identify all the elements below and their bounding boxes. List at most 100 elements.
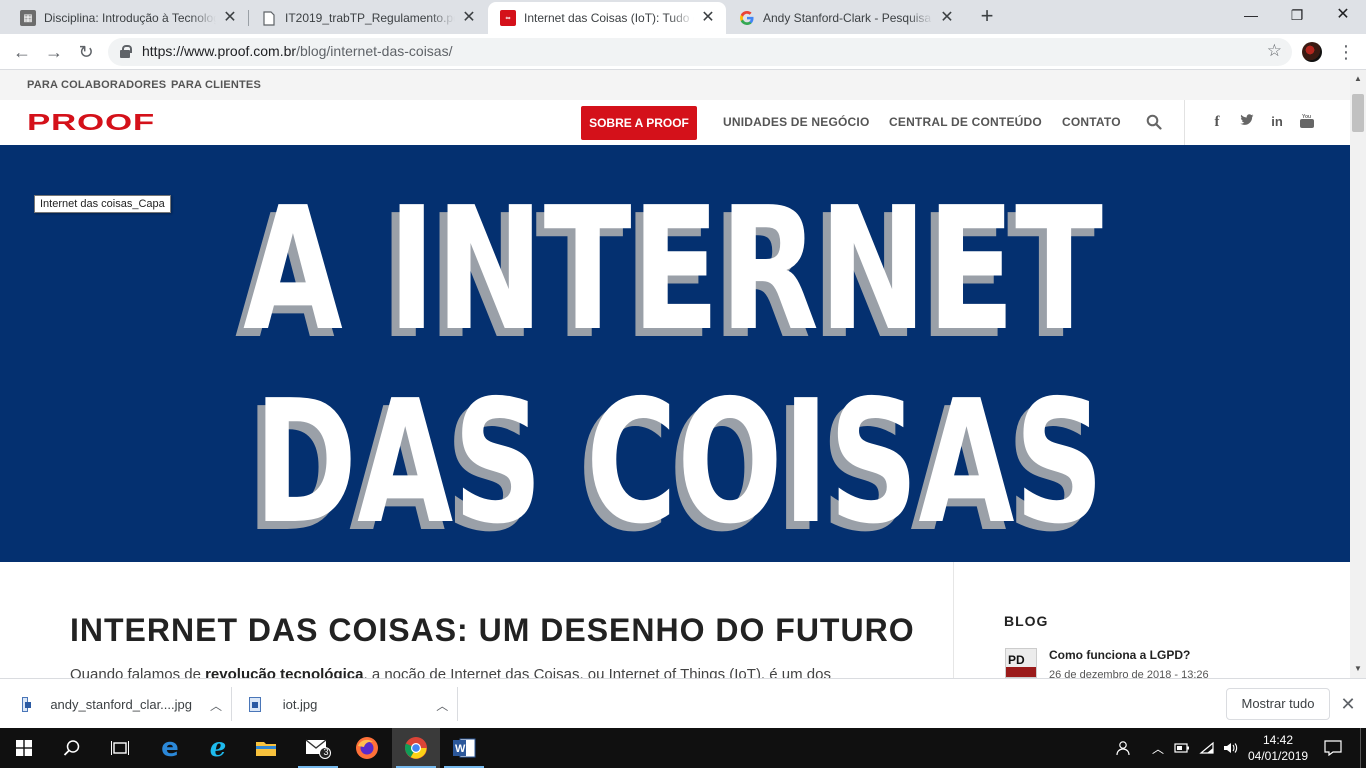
tab-google-search[interactable]: Andy Stanford-Clark - Pesquisa Google ✕ xyxy=(727,2,965,34)
twitter-icon[interactable] xyxy=(1238,113,1256,131)
intro-text: , a noção de Internet das Coisas, ou Int… xyxy=(363,666,831,678)
download-filename: iot.jpg xyxy=(282,696,318,712)
proof-logo[interactable]: PROOF xyxy=(27,111,157,133)
download-filename: andy_stanford_clar....jpg xyxy=(50,696,192,712)
back-button[interactable]: ← xyxy=(8,38,36,66)
clock-time: 14:42 xyxy=(1262,733,1294,747)
image-file-icon xyxy=(22,696,32,712)
forward-button[interactable]: → xyxy=(40,38,68,66)
browser-tab-strip: ▦ Disciplina: Introdução à Tecnologia ✕ … xyxy=(0,0,1366,34)
ie-taskbar-button[interactable]: e xyxy=(194,728,242,768)
sidebar-heading: BLOG xyxy=(1004,613,1049,629)
scroll-down-arrow-icon[interactable]: ▼ xyxy=(1350,662,1366,676)
post-thumbnail[interactable]: PD xyxy=(1005,648,1037,678)
action-center-icon[interactable] xyxy=(1320,728,1346,768)
tab-pdf[interactable]: IT2019_trabTP_Regulamento.pdf ✕ xyxy=(249,2,487,34)
search-icon[interactable] xyxy=(1146,114,1162,130)
show-all-downloads-button[interactable]: Mostrar tudo xyxy=(1226,688,1330,720)
minimize-button[interactable]: — xyxy=(1228,0,1274,30)
hero-line-1: A INTERNET xyxy=(243,171,1103,369)
close-icon[interactable]: ✕ xyxy=(461,10,477,26)
close-icon[interactable]: ✕ xyxy=(222,10,238,26)
address-bar[interactable]: https://www.proof.com.br/blog/internet-d… xyxy=(108,38,1292,66)
page-scrollbar[interactable]: ▲ ▼ xyxy=(1350,70,1366,678)
thumbnail-text: PD xyxy=(1008,653,1025,667)
facebook-icon[interactable]: f xyxy=(1208,113,1226,131)
edge-taskbar-button[interactable]: e xyxy=(146,728,194,768)
tab-moodle[interactable]: ▦ Disciplina: Introdução à Tecnologia ✕ xyxy=(8,2,248,34)
url-text[interactable]: https://www.proof.com.br/blog/internet-d… xyxy=(142,43,452,59)
site-top-bar: PARA COLABORADORES PARA CLIENTES xyxy=(0,70,1350,100)
firefox-icon xyxy=(356,737,378,759)
maximize-button[interactable]: ❐ xyxy=(1274,0,1320,30)
download-shelf: andy_stanford_clar....jpg ︿ iot.jpg ︿ Mo… xyxy=(0,678,1366,728)
url-path: /blog/internet-das-coisas/ xyxy=(296,43,453,59)
link-para-colaboradores[interactable]: PARA COLABORADORES xyxy=(27,79,166,91)
linkedin-icon[interactable]: in xyxy=(1268,113,1286,131)
nav-contato[interactable]: CONTATO xyxy=(1062,115,1121,129)
sobre-a-proof-button[interactable]: SOBRE A PROOF xyxy=(581,106,697,140)
mail-unread-badge: 3 xyxy=(323,747,329,757)
wifi-icon[interactable] xyxy=(1196,728,1218,768)
edge-icon: e xyxy=(161,733,179,763)
search-button[interactable] xyxy=(48,728,96,768)
site-main-nav: PROOF SOBRE A PROOF UNIDADES DE NEGÓCIO … xyxy=(0,100,1350,145)
chrome-icon xyxy=(404,737,427,759)
internet-explorer-icon: e xyxy=(209,733,227,763)
tab-internet-das-coisas[interactable]: ∞ Internet das Coisas (IoT): Tudo que vo… xyxy=(488,2,726,34)
new-tab-button[interactable]: + xyxy=(976,5,998,28)
scroll-up-arrow-icon[interactable]: ▲ xyxy=(1350,72,1366,86)
chrome-menu-icon[interactable]: ⋮ xyxy=(1336,38,1356,66)
clock-date: 04/01/2019 xyxy=(1248,749,1309,763)
moodle-icon: ▦ xyxy=(20,10,36,26)
svg-text:W: W xyxy=(455,743,466,755)
link-para-clientes[interactable]: PARA CLIENTES xyxy=(171,79,261,91)
logo-text: PROOF xyxy=(27,111,155,133)
volume-icon[interactable] xyxy=(1220,728,1242,768)
task-view-icon xyxy=(111,741,129,755)
scrollbar-thumb[interactable] xyxy=(1352,94,1364,132)
article-intro: Quando falamos de revolução tecnológica,… xyxy=(70,666,831,678)
close-window-button[interactable]: ✕ xyxy=(1320,0,1366,30)
lock-icon[interactable] xyxy=(120,45,132,58)
mail-taskbar-button[interactable]: 3 xyxy=(294,728,342,768)
bookmark-star-icon[interactable]: ☆ xyxy=(1267,41,1282,61)
sidebar-post-title[interactable]: Como funciona a LGPD? xyxy=(1049,648,1190,662)
word-taskbar-button[interactable]: W xyxy=(440,728,488,768)
chevron-up-icon[interactable]: ︿ xyxy=(1148,728,1168,768)
close-icon[interactable]: ✕ xyxy=(1338,694,1358,714)
chrome-taskbar-button[interactable] xyxy=(392,728,440,768)
nav-central-de-conteudo[interactable]: CENTRAL DE CONTEÚDO xyxy=(889,115,1042,129)
chevron-up-icon[interactable]: ︿ xyxy=(210,697,222,713)
browser-toolbar: ← → ↻ https://www.proof.com.br/blog/inte… xyxy=(0,34,1366,70)
search-icon xyxy=(63,740,80,756)
chevron-up-icon[interactable]: ︿ xyxy=(435,697,449,713)
system-clock[interactable]: 14:42 04/01/2019 xyxy=(1248,732,1308,764)
file-explorer-taskbar-button[interactable] xyxy=(242,728,290,768)
nav-unidades-de-negocio[interactable]: UNIDADES DE NEGÓCIO xyxy=(723,115,869,129)
svg-text:You: You xyxy=(1302,114,1311,120)
image-tooltip: Internet das coisas_Capa xyxy=(34,195,171,213)
task-view-button[interactable] xyxy=(96,728,144,768)
start-button[interactable] xyxy=(0,728,48,768)
close-icon[interactable]: ✕ xyxy=(939,10,955,26)
intro-link[interactable]: revolução tecnológica xyxy=(205,666,363,678)
download-item[interactable]: iot.jpg ︿ xyxy=(249,679,449,729)
hero-banner-image: A INTERNET A INTERNET DAS COISAS DAS COI… xyxy=(0,145,1350,562)
battery-icon[interactable] xyxy=(1172,728,1192,768)
reload-button[interactable]: ↻ xyxy=(72,38,100,66)
close-icon[interactable]: ✕ xyxy=(700,10,716,26)
windows-logo-icon xyxy=(16,740,32,756)
download-item[interactable]: andy_stanford_clar....jpg ︿ xyxy=(22,679,222,729)
download-separator xyxy=(457,687,458,721)
download-separator xyxy=(231,687,232,721)
youtube-icon[interactable]: You xyxy=(1298,113,1316,131)
sidebar-divider xyxy=(953,562,954,678)
thumbnail-stripe xyxy=(1006,667,1036,677)
profile-avatar[interactable] xyxy=(1302,42,1322,62)
show-desktop-button[interactable] xyxy=(1360,728,1366,768)
hero-graphic: A INTERNET A INTERNET DAS COISAS DAS COI… xyxy=(235,171,1104,562)
firefox-taskbar-button[interactable] xyxy=(343,728,391,768)
article-section: INTERNET DAS COISAS: UM DESENHO DO FUTUR… xyxy=(0,562,1350,678)
people-icon[interactable] xyxy=(1112,728,1136,768)
